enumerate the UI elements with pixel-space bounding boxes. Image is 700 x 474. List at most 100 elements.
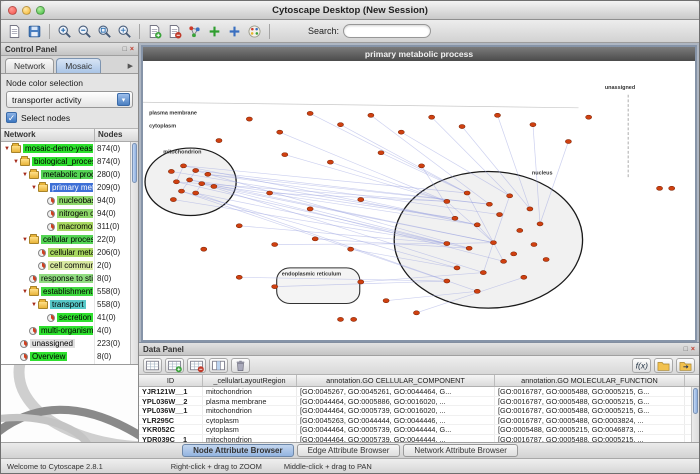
tree-row[interactable]: ▼mosaic-demo-yeast874(0) bbox=[1, 142, 138, 155]
table-cell[interactable]: [GO:0045263, GO:0044444, GO:0044446, ... bbox=[297, 416, 495, 425]
network-node[interactable] bbox=[543, 257, 549, 261]
tree-expand-icon[interactable]: ▼ bbox=[30, 185, 38, 191]
network-node[interactable] bbox=[168, 169, 174, 173]
tab-edge-attribute-browser[interactable]: Edge Attribute Browser bbox=[297, 444, 401, 457]
tree-row[interactable]: ▼establishment of lo...558(0) bbox=[1, 285, 138, 298]
tree-node-label[interactable]: nitrogen compou... bbox=[57, 209, 93, 218]
table-scrollbar[interactable] bbox=[691, 387, 699, 442]
select-nodes-option[interactable]: ✓ Select nodes bbox=[6, 112, 133, 123]
open-session-icon[interactable] bbox=[5, 22, 24, 41]
table-cell[interactable]: [GO:0044464, GO:0005739, GO:0044444, ... bbox=[297, 435, 495, 442]
network-node[interactable] bbox=[173, 180, 179, 184]
network-node[interactable] bbox=[669, 186, 675, 190]
network-node[interactable] bbox=[474, 289, 480, 293]
table-row[interactable]: YLR295Ccytoplasm[GO:0045263, GO:0044444,… bbox=[139, 416, 699, 426]
tree-scrollbar[interactable] bbox=[130, 142, 138, 364]
table-row[interactable]: YJR121W__1mitochondrion[GO:0045267, GO:0… bbox=[139, 387, 699, 397]
select-nodes-checkbox[interactable]: ✓ bbox=[6, 112, 17, 123]
tree-node-label[interactable]: establishment of lo... bbox=[41, 287, 93, 296]
table-cell[interactable]: [GO:0045267, GO:0045261, GO:0044464, G..… bbox=[297, 387, 495, 396]
network-edge[interactable] bbox=[310, 113, 467, 193]
tree-column-network[interactable]: Network bbox=[1, 129, 95, 141]
table-cell[interactable]: YPL036W__2 bbox=[139, 397, 203, 406]
tree-row[interactable]: cell communicat...2(0) bbox=[1, 259, 138, 272]
select-columns-icon[interactable] bbox=[209, 358, 228, 373]
save-session-icon[interactable] bbox=[25, 22, 44, 41]
tree-node-label[interactable]: cellular process bbox=[41, 235, 93, 244]
delete-attribute-icon[interactable] bbox=[187, 358, 206, 373]
table-cell[interactable]: cytoplasm bbox=[203, 425, 297, 434]
network-node[interactable] bbox=[358, 280, 364, 284]
column-header[interactable]: annotation.GO CELLULAR_COMPONENT bbox=[297, 375, 495, 386]
tree-row[interactable]: ▼primary metabo...209(0) bbox=[1, 181, 138, 194]
tab-node-attribute-browser[interactable]: Node Attribute Browser bbox=[182, 444, 294, 457]
network-node[interactable] bbox=[337, 123, 343, 127]
network-node[interactable] bbox=[272, 285, 278, 289]
network-node[interactable] bbox=[178, 189, 184, 193]
new-network-icon[interactable] bbox=[185, 22, 204, 41]
tree-node-label[interactable]: transport bbox=[50, 300, 86, 309]
tree-row[interactable]: Overview8(0) bbox=[1, 350, 138, 363]
network-node[interactable] bbox=[530, 123, 536, 127]
network-node[interactable] bbox=[236, 275, 242, 279]
tree-node-label[interactable]: primary metabo... bbox=[50, 183, 93, 192]
tree-node-label[interactable]: macromolecule... bbox=[57, 222, 93, 231]
network-node[interactable] bbox=[327, 160, 333, 164]
attribute-select[interactable]: transporter activity ▾ bbox=[6, 91, 133, 108]
network-node[interactable] bbox=[474, 223, 480, 227]
network-node[interactable] bbox=[351, 317, 357, 321]
tree-row[interactable]: multi-organism pro...4(0) bbox=[1, 324, 138, 337]
table-cell[interactable]: YDR039C__1 bbox=[139, 435, 203, 442]
network-node[interactable] bbox=[586, 115, 592, 119]
tree-node-label[interactable]: biological_process bbox=[32, 157, 93, 166]
tab-mosaic[interactable]: Mosaic bbox=[56, 58, 101, 73]
float-panel-icon[interactable]: □ bbox=[123, 46, 127, 53]
network-node[interactable] bbox=[193, 168, 199, 172]
network-edge[interactable] bbox=[381, 153, 467, 193]
tree-node-label[interactable]: metabolic process bbox=[41, 170, 93, 179]
minimize-window-button[interactable] bbox=[22, 6, 31, 15]
network-node[interactable] bbox=[307, 111, 313, 115]
table-row[interactable]: YPL036W__2plasma membrane[GO:0044464, GO… bbox=[139, 397, 699, 407]
zoom-selected-icon[interactable] bbox=[95, 22, 114, 41]
network-node[interactable] bbox=[201, 247, 207, 251]
import-attributes-icon[interactable] bbox=[654, 358, 673, 373]
network-node[interactable] bbox=[216, 139, 222, 143]
network-node[interactable] bbox=[282, 153, 288, 157]
network-node[interactable] bbox=[429, 115, 435, 119]
add-node-icon[interactable] bbox=[205, 22, 224, 41]
tree-node-label[interactable]: Overview bbox=[30, 352, 67, 361]
clear-table-icon[interactable] bbox=[231, 358, 250, 373]
network-node[interactable] bbox=[348, 247, 354, 251]
network-node[interactable] bbox=[170, 198, 176, 202]
network-node[interactable] bbox=[205, 172, 211, 176]
table-cell[interactable]: YPL036W__1 bbox=[139, 406, 203, 415]
select-attributes-icon[interactable] bbox=[143, 358, 162, 373]
table-cell[interactable]: YLR295C bbox=[139, 416, 203, 425]
tree-row[interactable]: ▼biological_process874(0) bbox=[1, 155, 138, 168]
float-data-panel-icon[interactable]: □ bbox=[684, 346, 688, 353]
network-node[interactable] bbox=[517, 228, 523, 232]
network-node[interactable] bbox=[444, 242, 450, 246]
zoom-out-icon[interactable] bbox=[75, 22, 94, 41]
network-node[interactable] bbox=[199, 182, 205, 186]
tree-node-label[interactable]: secretion bbox=[57, 313, 93, 322]
tree-row[interactable]: secretion41(0) bbox=[1, 311, 138, 324]
network-node[interactable] bbox=[211, 184, 217, 188]
network-node[interactable] bbox=[521, 275, 527, 279]
column-header[interactable]: annotation.GO MOLECULAR_FUNCTION bbox=[495, 375, 685, 386]
table-cell[interactable]: mitochondrion bbox=[203, 435, 297, 442]
network-node[interactable] bbox=[452, 216, 458, 220]
network-node[interactable] bbox=[337, 317, 343, 321]
network-node[interactable] bbox=[444, 279, 450, 283]
network-window-title[interactable]: primary metabolic process bbox=[143, 47, 695, 61]
zoom-window-button[interactable] bbox=[36, 6, 45, 15]
tree-row[interactable]: unassigned223(0) bbox=[1, 337, 138, 350]
close-window-button[interactable] bbox=[8, 6, 17, 15]
table-cell[interactable]: [GO:0044464, GO:0005739, GO:0016020, ... bbox=[297, 406, 495, 415]
network-node[interactable] bbox=[494, 113, 500, 117]
table-cell[interactable]: mitochondrion bbox=[203, 387, 297, 396]
network-node[interactable] bbox=[486, 202, 492, 206]
close-panel-icon[interactable]: × bbox=[130, 46, 134, 53]
table-cell[interactable]: cytoplasm bbox=[203, 416, 297, 425]
